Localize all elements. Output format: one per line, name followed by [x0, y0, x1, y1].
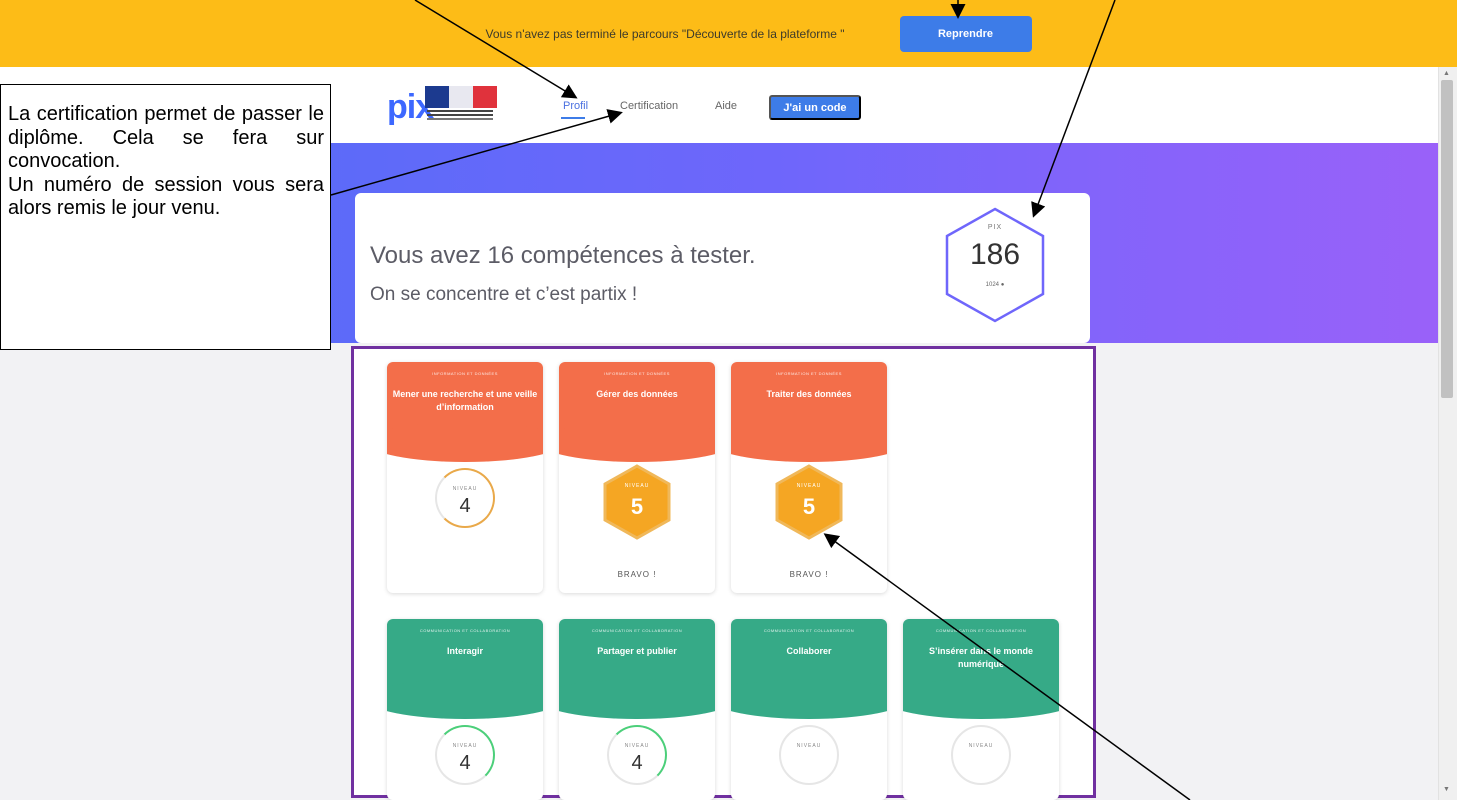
competence-name: Partager et publier — [597, 646, 677, 656]
competence-card[interactable]: INFORMATION ET DONNÉES Gérer des données… — [559, 362, 715, 593]
scroll-up-arrow-icon[interactable]: ▲ — [1443, 70, 1450, 77]
competence-card[interactable]: INFORMATION ET DONNÉES Traiter des donné… — [731, 362, 887, 593]
nav-link-profil[interactable]: Profil — [563, 100, 588, 112]
republique-francaise-logo — [425, 86, 497, 122]
level-label: NIVEAU — [624, 483, 650, 489]
level-value: 4 — [459, 495, 471, 517]
scroll-down-arrow-icon[interactable]: ▼ — [1443, 786, 1450, 793]
level-label: NIVEAU — [796, 743, 822, 749]
level-value: 5 — [802, 494, 816, 519]
competence-category: COMMUNICATION ET COLLABORATION — [591, 628, 683, 633]
competence-category: COMMUNICATION ET COLLABORATION — [419, 628, 511, 633]
competence-category: INFORMATION ET DONNÉES — [432, 371, 498, 376]
competence-name: Mener une recherche et une veille d’info… — [392, 389, 538, 412]
competence-card[interactable]: INFORMATION ET DONNÉES Mener une recherc… — [387, 362, 543, 593]
welcome-line-2: On se concentre et c’est partix ! — [370, 284, 638, 305]
level-ring — [779, 725, 839, 785]
score-label: PIX — [987, 224, 1003, 231]
competence-card[interactable]: COMMUNICATION ET COLLABORATION Collabore… — [731, 619, 887, 800]
score-max: 1024 ● — [985, 282, 1005, 288]
competence-category: COMMUNICATION ET COLLABORATION — [763, 628, 855, 633]
competence-name: Collaborer — [786, 646, 832, 656]
level-label: NIVEAU — [968, 743, 994, 749]
competence-name: S’insérer dans le monde numérique — [928, 646, 1034, 669]
competence-name: Interagir — [446, 646, 483, 656]
competence-name: Traiter des données — [766, 389, 852, 399]
competence-card[interactable]: COMMUNICATION ET COLLABORATION S’insérer… — [903, 619, 1059, 800]
competence-card[interactable]: COMMUNICATION ET COLLABORATION Partager … — [559, 619, 715, 800]
success-text: BRAVO ! — [789, 570, 829, 579]
level-label: NIVEAU — [452, 743, 478, 749]
have-code-button[interactable]: J'ai un code — [769, 95, 861, 120]
level-label: NIVEAU — [796, 483, 822, 489]
competence-category: COMMUNICATION ET COLLABORATION — [935, 628, 1027, 633]
scrollbar-thumb[interactable] — [1441, 80, 1453, 398]
competence-card[interactable]: COMMUNICATION ET COLLABORATION Interagir… — [387, 619, 543, 800]
welcome-line-1: Vous avez 16 compétences à tester. — [370, 242, 756, 269]
level-label: NIVEAU — [624, 743, 650, 749]
competence-category: INFORMATION ET DONNÉES — [776, 371, 842, 376]
score-value: 186 — [969, 238, 1021, 271]
level-value: 5 — [630, 494, 644, 519]
banner-message: Vous n'avez pas terminé le parcours "Déc… — [485, 26, 845, 41]
active-tab-indicator — [561, 117, 585, 119]
level-ring — [951, 725, 1011, 785]
level-value: 4 — [459, 752, 471, 774]
info-icon: ● — [1000, 282, 1005, 288]
nav-link-certification[interactable]: Certification — [620, 100, 678, 112]
callout-paragraph-2: Un numéro de session vous sera alors rem… — [8, 173, 324, 220]
level-label: NIVEAU — [452, 486, 478, 492]
success-text: BRAVO ! — [617, 570, 657, 579]
nav-link-aide[interactable]: Aide — [715, 100, 737, 112]
level-value: 4 — [631, 752, 643, 774]
annotation-callout: La certification permet de passer le dip… — [0, 84, 331, 350]
competence-category: INFORMATION ET DONNÉES — [604, 371, 670, 376]
competence-name: Gérer des données — [596, 389, 678, 399]
resume-button[interactable]: Reprendre — [899, 15, 1032, 52]
callout-paragraph-1: La certification permet de passer le dip… — [8, 103, 324, 172]
unfinished-course-banner: Vous n'avez pas terminé le parcours "Déc… — [0, 0, 1457, 67]
